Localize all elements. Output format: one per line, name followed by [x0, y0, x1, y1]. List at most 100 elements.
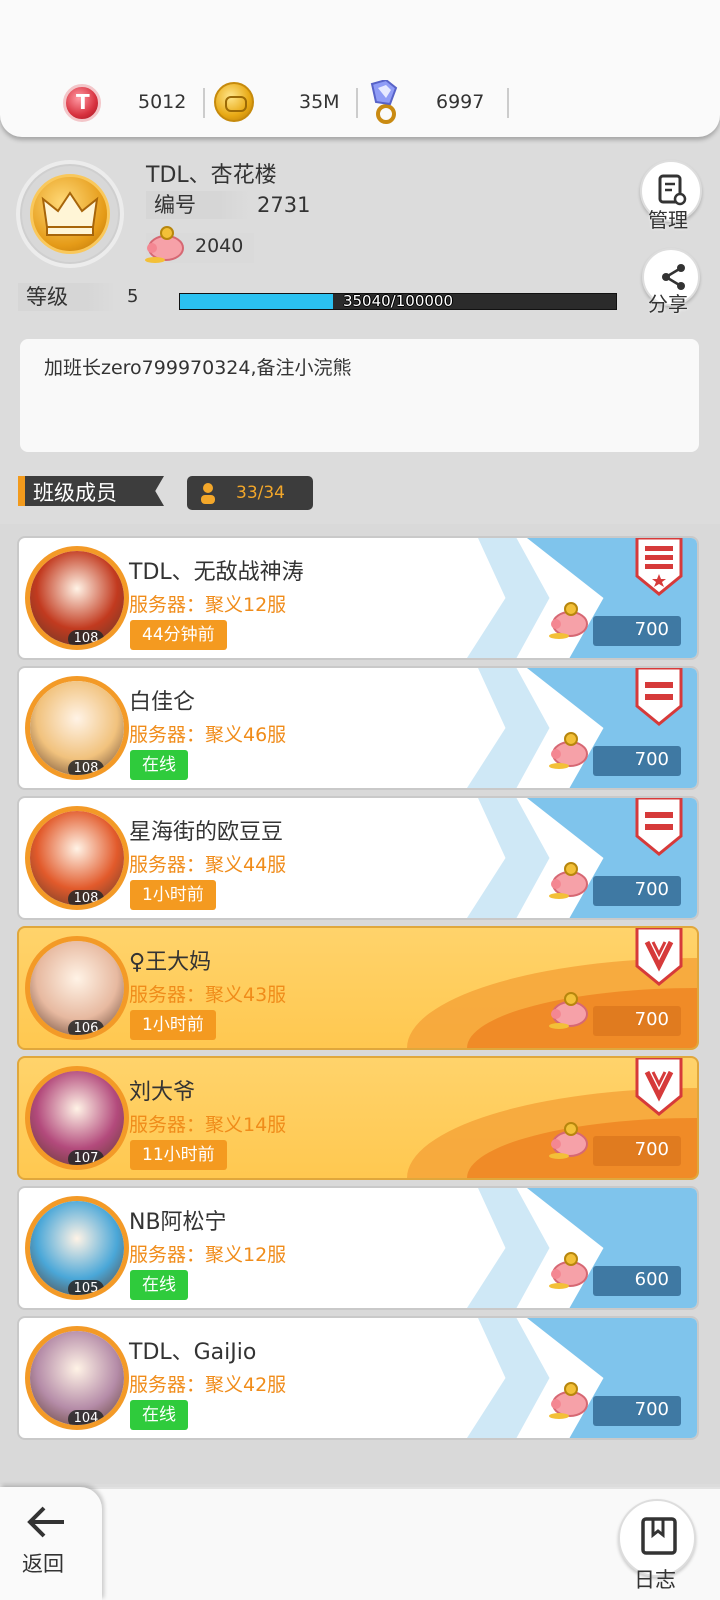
piggy-bank-icon	[549, 992, 588, 1029]
members-title-text: 班级成员	[33, 481, 117, 505]
club-name: TDL、杏花楼	[146, 163, 277, 188]
member-level: 108	[68, 630, 104, 645]
member-avatar[interactable]: 108	[25, 806, 129, 910]
member-name: ♀王大妈	[129, 950, 212, 975]
contribution-value: 700	[634, 1139, 669, 1160]
member-card[interactable]: 108 星海街的欧豆豆 服务器：聚义44服 1小时前 700	[17, 796, 699, 920]
leader-icon	[635, 538, 683, 596]
piggy-bank-icon	[549, 1382, 588, 1419]
member-count-badge: 33/34	[187, 476, 313, 510]
coin-amount: 35M	[299, 91, 340, 113]
member-name: 刘大爷	[129, 1080, 196, 1105]
member-level: 106	[68, 1020, 104, 1035]
member-status: 在线	[130, 750, 188, 780]
member-level: 108	[68, 760, 104, 775]
gem-amount: 6997	[436, 91, 485, 113]
share-label: 分享	[648, 292, 688, 316]
back-arrow-icon	[27, 1506, 64, 1538]
member-contribution: 700	[549, 732, 681, 776]
member-status: 1小时前	[130, 880, 216, 910]
member-server: 服务器：聚义43服	[129, 984, 287, 1006]
member-contribution: 700	[549, 862, 681, 906]
member-status: 在线	[130, 1400, 188, 1430]
officer-icon	[635, 798, 683, 856]
member-contribution: 700	[549, 602, 681, 646]
piggy-bank-icon	[549, 1122, 588, 1159]
member-level: 107	[68, 1150, 104, 1165]
member-avatar[interactable]: 105	[25, 1196, 129, 1300]
log-label: 日志	[634, 1568, 676, 1592]
club-notice-box[interactable]: 加班长zero799970324,备注小浣熊	[18, 327, 701, 454]
piggy-bank-icon	[145, 226, 184, 263]
member-status: 在线	[130, 1270, 188, 1300]
member-name: NB阿松宁	[129, 1210, 227, 1235]
bottom-bar	[0, 1487, 720, 1600]
club-id-label: 编号	[146, 191, 250, 219]
member-contribution: 600	[549, 1252, 681, 1296]
contribution-value: 700	[634, 1399, 669, 1420]
contribution-value: 700	[634, 619, 669, 640]
members-section-title: 班级成员	[18, 476, 164, 506]
member-name: TDL、无敌战神涛	[129, 560, 304, 585]
club-level-value: 5	[127, 286, 139, 307]
divider	[356, 88, 358, 118]
gem-pendant-icon	[370, 80, 398, 124]
manage-label: 管理	[648, 208, 688, 232]
member-status: 44分钟前	[130, 620, 227, 650]
club-id-value: 2731	[257, 193, 311, 217]
person-icon	[201, 483, 215, 504]
token-amount: 5012	[138, 91, 187, 113]
member-card[interactable]: 107 刘大爷 服务器：聚义14服 11小时前 700	[17, 1056, 699, 1180]
member-server: 服务器：聚义14服	[129, 1114, 287, 1136]
book-icon	[641, 1517, 677, 1555]
club-xp-text: 35040/100000	[342, 292, 454, 310]
member-server: 服务器：聚义46服	[129, 724, 287, 746]
officer-icon	[635, 668, 683, 726]
back-button[interactable]	[0, 1487, 102, 1600]
member-card[interactable]: 108 白佳仑服务器：聚义46服在线 700	[17, 666, 699, 790]
piggy-bank-icon	[549, 862, 588, 899]
member-avatar[interactable]: 106	[25, 936, 129, 1040]
member-avatar[interactable]: 108	[25, 546, 129, 650]
piggy-bank-icon	[549, 1252, 588, 1289]
member-avatar[interactable]: 108	[25, 676, 129, 780]
contribution-value: 700	[634, 749, 669, 770]
member-level: 105	[68, 1280, 104, 1295]
elite-icon	[635, 928, 683, 986]
contribution-value: 700	[634, 879, 669, 900]
member-contribution: 700	[549, 1122, 681, 1166]
club-level-label: 等级	[18, 283, 116, 311]
divider	[203, 88, 205, 118]
member-contribution: 700	[549, 992, 681, 1036]
coin-icon	[214, 82, 254, 122]
club-funds-value: 2040	[195, 235, 244, 257]
token-icon: T	[63, 84, 101, 122]
crown-icon	[41, 191, 99, 236]
member-contribution: 700	[549, 1382, 681, 1426]
piggy-bank-icon	[549, 602, 588, 639]
contribution-value: 600	[634, 1269, 669, 1290]
member-count: 33/34	[236, 483, 285, 503]
member-card[interactable]: 106 ♀王大妈服务器：聚义43服 1小时前 700	[17, 926, 699, 1050]
member-status: 1小时前	[130, 1010, 216, 1040]
member-card[interactable]: 105 NB阿松宁服务器：聚义12服在线 600	[17, 1186, 699, 1310]
member-card[interactable]: 104 TDL、GaiJio 服务器：聚义42服 在线 700	[17, 1316, 699, 1440]
club-xp-bar: 35040/100000	[179, 292, 617, 310]
manage-icon	[658, 174, 687, 206]
member-server: 服务器：聚义12服	[129, 594, 287, 616]
club-emblem	[16, 160, 124, 268]
member-name: 白佳仑	[129, 690, 196, 715]
member-server: 服务器：聚义44服	[129, 854, 287, 876]
member-server: 服务器：聚义12服	[129, 1244, 287, 1266]
contribution-value: 700	[634, 1009, 669, 1030]
member-card[interactable]: 108 TDL、无敌战神涛 服务器：聚义12服 44分钟前 700	[17, 536, 699, 660]
member-name: 星海街的欧豆豆	[129, 820, 284, 845]
piggy-bank-icon	[549, 732, 588, 769]
currency-bar	[0, 0, 720, 137]
divider	[507, 88, 509, 118]
elite-icon	[635, 1058, 683, 1116]
member-name: TDL、GaiJio	[129, 1340, 257, 1365]
member-avatar[interactable]: 107	[25, 1066, 129, 1170]
member-avatar[interactable]: 104	[25, 1326, 129, 1430]
back-label: 返回	[22, 1552, 64, 1576]
